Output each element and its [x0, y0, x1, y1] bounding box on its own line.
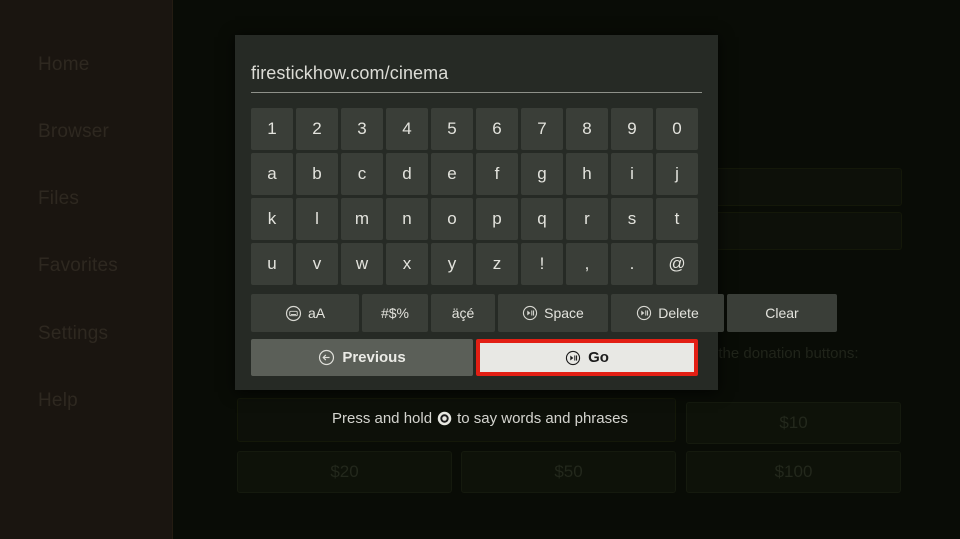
key-d[interactable]: d — [386, 153, 428, 195]
key-4[interactable]: 4 — [386, 108, 428, 150]
background-donate-button[interactable]: $20 — [237, 451, 452, 493]
url-input-wrapper[interactable]: firestickhow.com/cinema — [251, 63, 702, 93]
case-toggle-key[interactable]: aA — [251, 294, 359, 332]
key-b[interactable]: b — [296, 153, 338, 195]
key-s[interactable]: s — [611, 198, 653, 240]
previous-label: Previous — [342, 349, 406, 366]
key-o[interactable]: o — [431, 198, 473, 240]
key-c[interactable]: c — [341, 153, 383, 195]
clear-key[interactable]: Clear — [727, 294, 837, 332]
symbols-key[interactable]: #$% — [362, 294, 428, 332]
voice-hint-before: Press and hold — [331, 410, 433, 427]
key-j[interactable]: j — [656, 153, 698, 195]
symbols-label: #$% — [380, 305, 410, 321]
background-donate-button[interactable]: $50 — [461, 451, 676, 493]
key-1[interactable]: 1 — [251, 108, 293, 150]
sidebar-item-settings[interactable]: Settings — [38, 323, 108, 345]
back-circle-icon — [318, 349, 335, 366]
case-toggle-label: aA — [307, 305, 326, 321]
go-button[interactable]: Go — [476, 339, 698, 376]
delete-label: Delete — [658, 305, 699, 321]
keyboard-function-row: aA #$% äçé Space Delete Clear — [251, 294, 837, 332]
voice-circle-icon — [437, 411, 452, 426]
key-at[interactable]: @ — [656, 243, 698, 285]
key-n[interactable]: n — [386, 198, 428, 240]
key-h[interactable]: h — [566, 153, 608, 195]
clear-label: Clear — [765, 305, 799, 321]
playpause-circle-icon — [565, 350, 581, 366]
playpause-circle-icon — [522, 305, 538, 321]
key-r[interactable]: r — [566, 198, 608, 240]
key-u[interactable]: u — [251, 243, 293, 285]
keyboard-row-k-t: k l m n o p q r s t — [251, 198, 698, 240]
accents-label: äçé — [451, 305, 475, 321]
key-6[interactable]: 6 — [476, 108, 518, 150]
key-p[interactable]: p — [476, 198, 518, 240]
space-key[interactable]: Space — [498, 294, 608, 332]
url-input-underline — [251, 92, 702, 93]
keyboard-row-a-j: a b c d e f g h i j — [251, 153, 698, 195]
voice-hint: Press and hold to say words and phrases — [0, 410, 960, 427]
sidebar: Home Browser Files Favorites Settings He… — [0, 0, 173, 539]
key-7[interactable]: 7 — [521, 108, 563, 150]
delete-key[interactable]: Delete — [611, 294, 724, 332]
sidebar-item-favorites[interactable]: Favorites — [38, 255, 118, 277]
keyboard-row-numbers: 1 2 3 4 5 6 7 8 9 0 — [251, 108, 698, 150]
keyboard-circle-icon — [285, 305, 302, 322]
key-l[interactable]: l — [296, 198, 338, 240]
key-e[interactable]: e — [431, 153, 473, 195]
key-period[interactable]: . — [611, 243, 653, 285]
key-9[interactable]: 9 — [611, 108, 653, 150]
key-a[interactable]: a — [251, 153, 293, 195]
key-k[interactable]: k — [251, 198, 293, 240]
key-comma[interactable]: , — [566, 243, 608, 285]
key-2[interactable]: 2 — [296, 108, 338, 150]
key-5[interactable]: 5 — [431, 108, 473, 150]
key-0[interactable]: 0 — [656, 108, 698, 150]
key-m[interactable]: m — [341, 198, 383, 240]
sidebar-item-help[interactable]: Help — [38, 390, 78, 412]
key-g[interactable]: g — [521, 153, 563, 195]
key-t[interactable]: t — [656, 198, 698, 240]
key-z[interactable]: z — [476, 243, 518, 285]
key-8[interactable]: 8 — [566, 108, 608, 150]
background-donate-button[interactable]: $100 — [686, 451, 901, 493]
voice-hint-after: to say words and phrases — [457, 410, 628, 427]
previous-button[interactable]: Previous — [251, 339, 473, 376]
key-f[interactable]: f — [476, 153, 518, 195]
key-q[interactable]: q — [521, 198, 563, 240]
space-label: Space — [544, 305, 584, 321]
key-y[interactable]: y — [431, 243, 473, 285]
key-exclaim[interactable]: ! — [521, 243, 563, 285]
url-input[interactable]: firestickhow.com/cinema — [251, 63, 702, 92]
sidebar-item-browser[interactable]: Browser — [38, 121, 109, 143]
key-v[interactable]: v — [296, 243, 338, 285]
key-i[interactable]: i — [611, 153, 653, 195]
sidebar-item-files[interactable]: Files — [38, 188, 79, 210]
accents-key[interactable]: äçé — [431, 294, 495, 332]
key-x[interactable]: x — [386, 243, 428, 285]
sidebar-item-home[interactable]: Home — [38, 54, 89, 76]
go-label: Go — [588, 349, 609, 366]
playpause-circle-icon — [636, 305, 652, 321]
key-w[interactable]: w — [341, 243, 383, 285]
keyboard-row-u-at: u v w x y z ! , . @ — [251, 243, 698, 285]
keyboard-action-row: Previous Go — [251, 339, 698, 376]
key-3[interactable]: 3 — [341, 108, 383, 150]
